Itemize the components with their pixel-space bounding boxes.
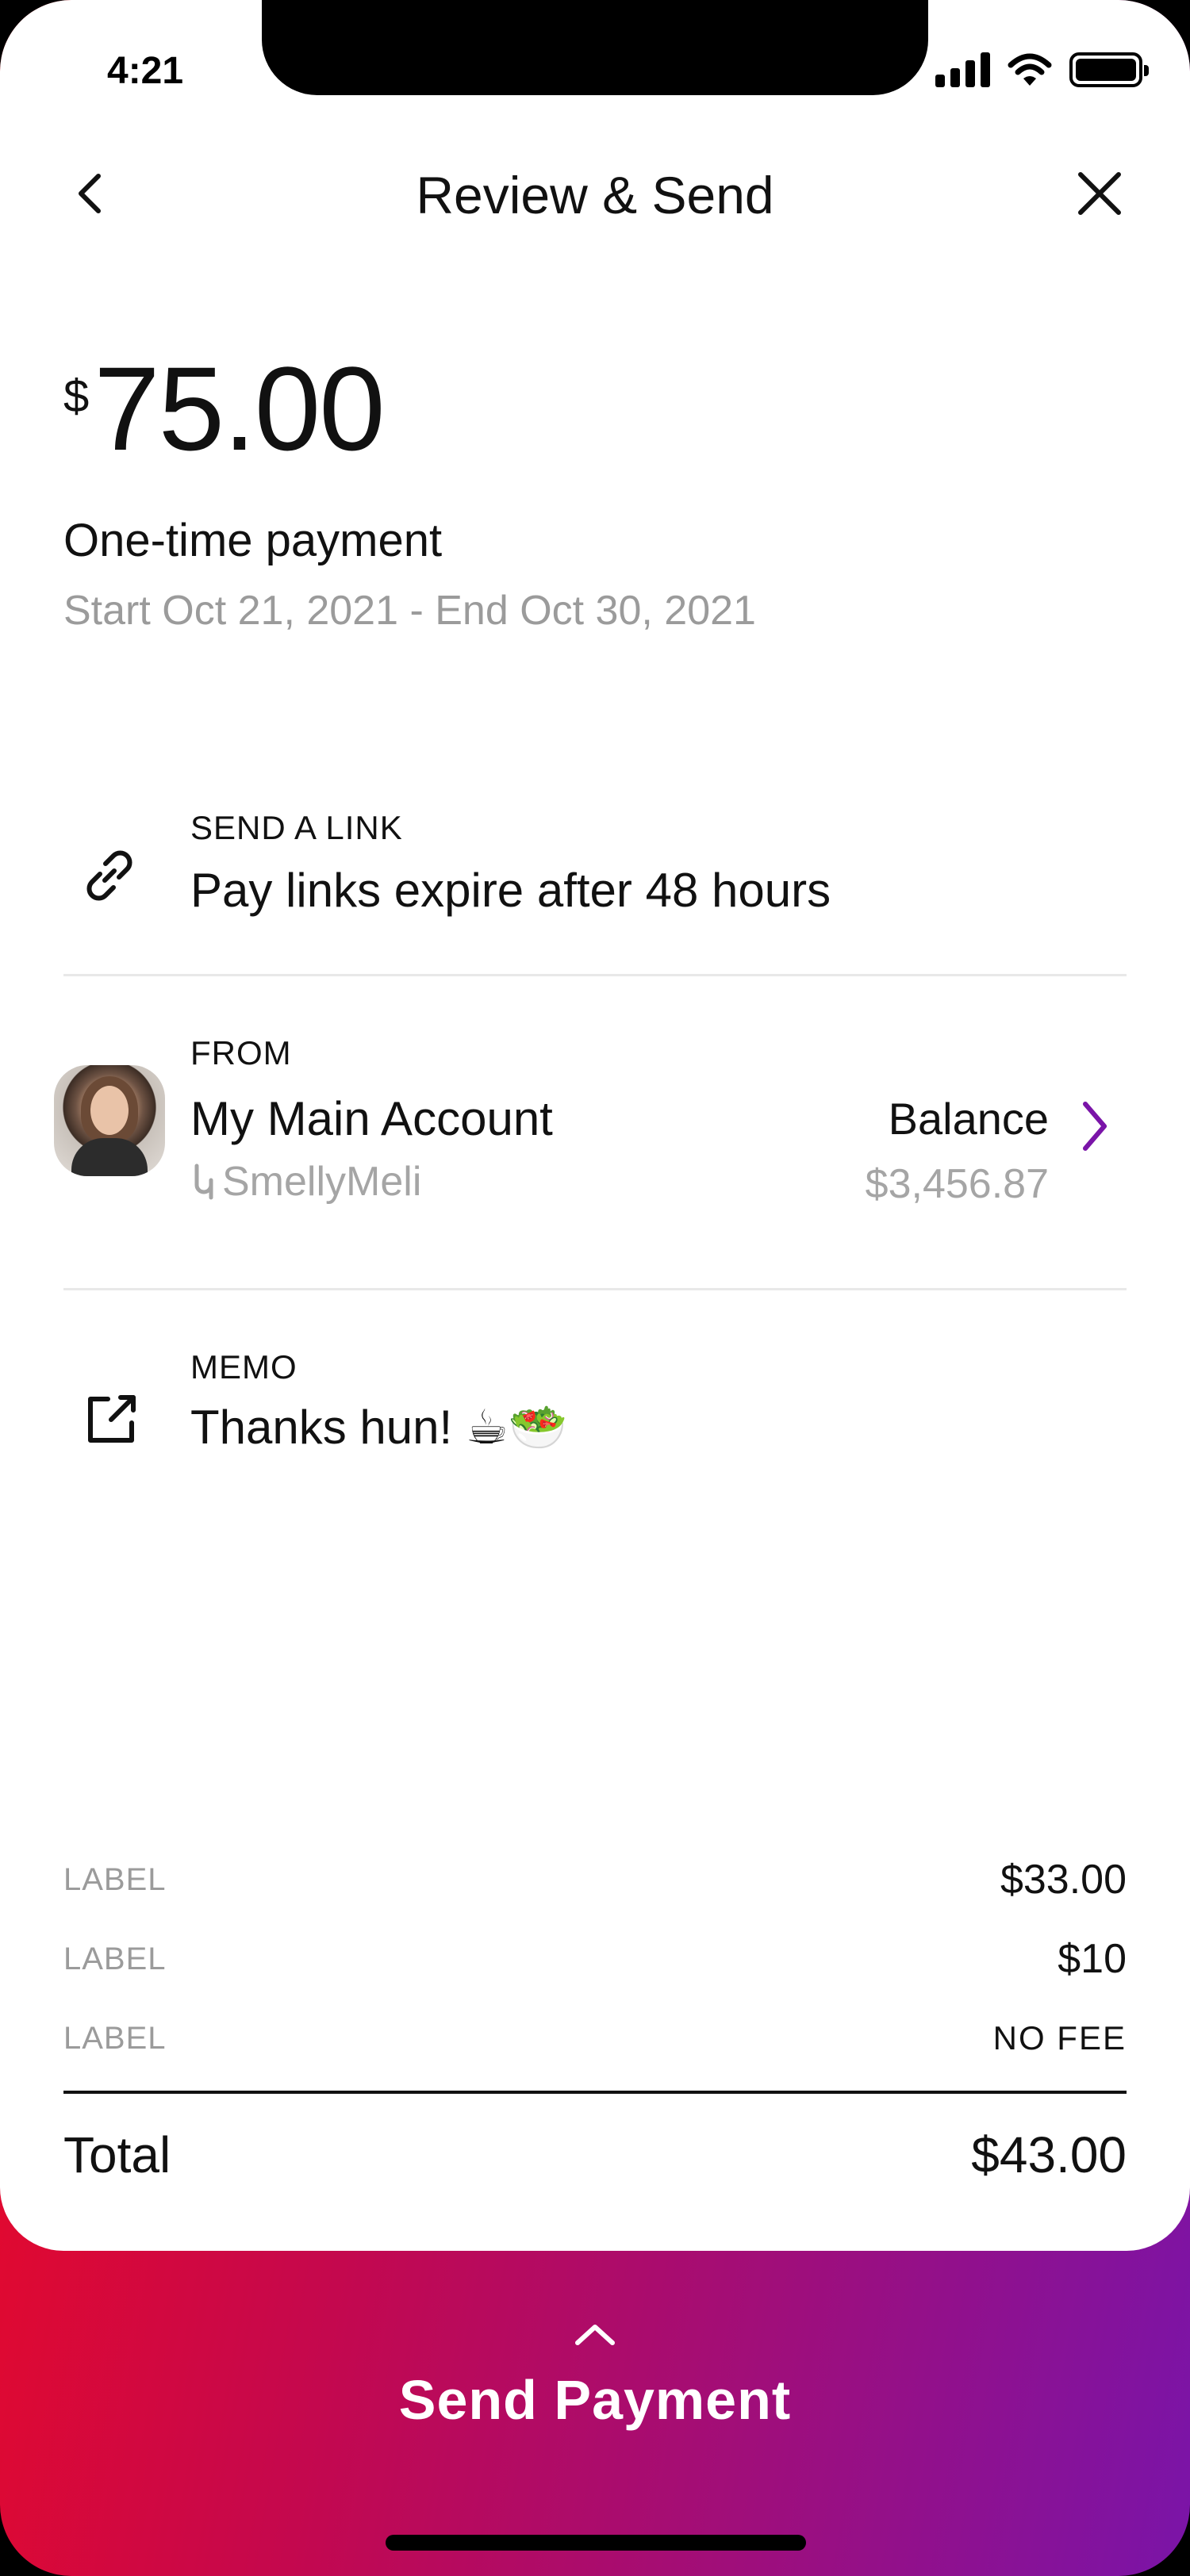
send-payment-panel: Send Payment <box>0 2251 1190 2576</box>
close-icon[interactable] <box>1071 165 1128 222</box>
memo-label: MEMO <box>190 1348 298 1386</box>
total-divider <box>63 2091 1127 2094</box>
edit-icon <box>71 1380 151 1459</box>
handle-text: SmellyMeli <box>222 1159 422 1205</box>
fee-label: LABEL <box>63 2020 167 2056</box>
payment-date-range: Start Oct 21, 2021 - End Oct 30, 2021 <box>63 588 756 634</box>
send-payment-button[interactable]: Send Payment <box>0 2368 1190 2432</box>
total-row: Total $43.00 <box>63 2126 1127 2184</box>
chevron-up-icon[interactable] <box>571 2317 619 2349</box>
fee-value: NO FEE <box>992 2019 1127 2057</box>
fee-value: $10 <box>1058 1936 1127 1982</box>
account-name: My Main Account <box>190 1092 553 1145</box>
signal-icon <box>935 52 990 87</box>
device-notch <box>262 0 928 95</box>
total-value: $43.00 <box>971 2126 1127 2183</box>
from-account-row[interactable]: FROM My Main Account SmellyMeli Balance … <box>0 1029 1190 1236</box>
status-time: 4:21 <box>107 50 184 92</box>
from-label: FROM <box>190 1034 292 1071</box>
link-icon <box>70 836 149 915</box>
send-link-text: Pay links expire after 48 hours <box>190 864 831 917</box>
divider <box>63 1288 1127 1290</box>
send-link-label: SEND A LINK <box>190 809 403 846</box>
home-indicator <box>386 2535 806 2551</box>
fee-label: LABEL <box>63 1941 167 1976</box>
send-link-row[interactable]: SEND A LINK Pay links expire after 48 ho… <box>0 801 1190 944</box>
status-icons <box>935 52 1149 87</box>
divider <box>63 974 1127 976</box>
payment-type: One-time payment <box>63 515 443 566</box>
avatar <box>54 1065 165 1176</box>
amount-value: 75.00 <box>94 342 385 475</box>
fee-breakdown: LABEL $33.00 LABEL $10 LABEL NO FEE <box>63 1840 1127 2078</box>
fee-row: LABEL NO FEE <box>63 1999 1127 2078</box>
account-handle: SmellyMeli <box>190 1158 421 1206</box>
balance-value: $3,456.87 <box>865 1161 1049 1207</box>
wifi-icon <box>1008 53 1052 86</box>
chevron-right-icon[interactable] <box>1071 1094 1119 1158</box>
currency-symbol: $ <box>63 370 90 422</box>
nav-header: Review & Send <box>0 151 1190 238</box>
memo-row[interactable]: MEMO Thanks hun! ☕🥗 <box>0 1348 1190 1507</box>
page-title: Review & Send <box>416 166 774 224</box>
battery-icon <box>1069 52 1149 87</box>
balance-label: Balance <box>888 1094 1049 1144</box>
memo-text: Thanks hun! ☕🥗 <box>190 1401 568 1454</box>
payment-amount: $ 75.00 <box>63 342 386 475</box>
fee-row: LABEL $10 <box>63 1919 1127 1999</box>
total-label: Total <box>63 2126 171 2183</box>
review-sheet: 4:21 Review & Send $ 75.00 One-time paym… <box>0 0 1190 2251</box>
phone-screen: 4:21 Review & Send $ 75.00 One-time paym… <box>0 0 1190 2576</box>
fee-label: LABEL <box>63 1861 167 1897</box>
fee-value: $33.00 <box>1000 1857 1127 1903</box>
fee-row: LABEL $33.00 <box>63 1840 1127 1919</box>
handle-icon <box>194 1163 213 1200</box>
